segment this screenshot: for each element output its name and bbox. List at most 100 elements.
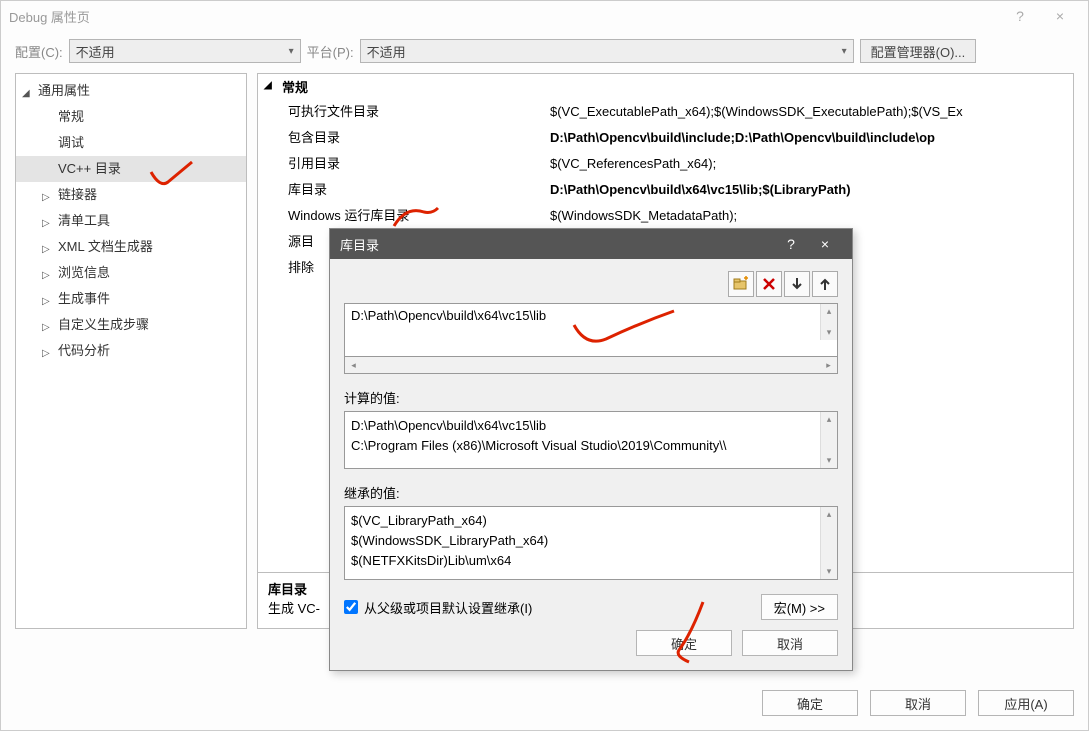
apply-button[interactable]: 应用(A) <box>978 690 1074 716</box>
dialog-title: 库目录 <box>340 235 774 254</box>
tree-item-label: 代码分析 <box>58 343 110 358</box>
scroll-down-icon[interactable]: ▾ <box>825 325 834 340</box>
tree-item-label: XML 文档生成器 <box>58 239 153 254</box>
config-toolbar: 配置(C): 不适用 ▾ 平台(P): 不适用 ▾ 配置管理器(O)... <box>1 31 1088 73</box>
property-row[interactable]: 可执行文件目录$(VC_ExecutablePath_x64);$(Window… <box>258 99 1073 125</box>
tree-item-label: 清单工具 <box>58 213 110 228</box>
expander-expand-icon[interactable]: ▷ <box>42 213 50 235</box>
scroll-up-icon[interactable]: ▴ <box>825 304 834 319</box>
toolbar-icons <box>344 271 838 297</box>
expander-expand-icon[interactable]: ▷ <box>42 343 50 365</box>
expander-expand-icon[interactable]: ▷ <box>42 187 50 209</box>
inherited-label: 继承的值: <box>344 483 838 502</box>
dialog-ok-button[interactable]: 确定 <box>636 630 732 656</box>
chevron-down-icon: ▾ <box>842 46 847 57</box>
platform-dropdown[interactable]: 不适用 ▾ <box>360 39 854 63</box>
property-name: Windows 运行库目录 <box>288 205 550 227</box>
inherited-line: $(VC_LibraryPath_x64) <box>351 511 831 531</box>
library-dirs-dialog: 库目录 ? × D:\Path\Opencv\build\x64\vc15\li… <box>329 228 853 671</box>
tree-item[interactable]: 调试 <box>16 130 246 156</box>
inherited-line: $(NETFXKitsDir)Lib\um\x64 <box>351 551 831 571</box>
vertical-scrollbar[interactable]: ▴ ▾ <box>820 507 837 579</box>
property-value: $(VC_ReferencesPath_x64); <box>550 153 1073 175</box>
tree-item-label: 生成事件 <box>58 291 110 306</box>
property-row[interactable]: 包含目录D:\Path\Opencv\build\include;D:\Path… <box>258 125 1073 151</box>
expander-expand-icon[interactable]: ▷ <box>42 317 50 339</box>
category-tree[interactable]: ◢ 通用属性 常规调试VC++ 目录 ▷ 链接器 ▷ 清单工具 ▷ XML 文档生成器 ▷ 浏览… <box>15 73 247 629</box>
tree-item[interactable]: ▷ 代码分析 <box>16 338 246 364</box>
platform-label: 平台(P): <box>307 42 354 61</box>
config-manager-button[interactable]: 配置管理器(O)... <box>860 39 977 63</box>
property-row[interactable]: Windows 运行库目录$(WindowsSDK_MetadataPath); <box>258 203 1073 229</box>
scroll-down-icon[interactable]: ▾ <box>825 453 834 468</box>
inherited-values-list: $(VC_LibraryPath_x64)$(WindowsSDK_Librar… <box>344 506 838 580</box>
tree-item[interactable]: ▷ 生成事件 <box>16 286 246 312</box>
move-down-icon[interactable] <box>784 271 810 297</box>
config-dropdown[interactable]: 不适用 ▾ <box>69 39 301 63</box>
move-up-icon[interactable] <box>812 271 838 297</box>
delete-icon[interactable] <box>756 271 782 297</box>
tree-item-label: 浏览信息 <box>58 265 110 280</box>
expander-collapse-icon[interactable]: ◢ <box>264 80 272 91</box>
property-value: $(WindowsSDK_MetadataPath); <box>550 205 1073 227</box>
horizontal-scrollbar[interactable]: ◂ ▸ <box>344 357 838 374</box>
new-folder-icon[interactable] <box>728 271 754 297</box>
scroll-down-icon[interactable]: ▾ <box>825 564 834 579</box>
window-titlebar: Debug 属性页 ? × <box>1 1 1088 31</box>
dialog-help-icon[interactable]: ? <box>774 236 808 252</box>
tree-item[interactable]: VC++ 目录 <box>16 156 246 182</box>
path-entry[interactable]: D:\Path\Opencv\build\x64\vc15\lib <box>345 304 837 327</box>
tree-item[interactable]: ▷ 自定义生成步骤 <box>16 312 246 338</box>
scroll-right-icon[interactable]: ▸ <box>820 360 837 371</box>
property-name: 引用目录 <box>288 153 550 175</box>
computed-values-list: D:\Path\Opencv\build\x64\vc15\libC:\Prog… <box>344 411 838 469</box>
inherit-label: 从父级或项目默认设置继承(I) <box>364 598 532 617</box>
tree-item[interactable]: ▷ 浏览信息 <box>16 260 246 286</box>
group-header[interactable]: ◢ 常规 <box>258 74 1073 99</box>
inherit-checkbox[interactable] <box>344 600 358 614</box>
window-title: Debug 属性页 <box>9 7 1000 26</box>
tree-item[interactable]: ▷ 链接器 <box>16 182 246 208</box>
property-row[interactable]: 引用目录$(VC_ReferencesPath_x64); <box>258 151 1073 177</box>
tree-item-label: 常规 <box>58 109 84 124</box>
scroll-left-icon[interactable]: ◂ <box>345 360 362 371</box>
macro-button[interactable]: 宏(M) >> <box>761 594 838 620</box>
property-value: D:\Path\Opencv\build\x64\vc15\lib;$(Libr… <box>550 179 1073 201</box>
computed-line: D:\Path\Opencv\build\x64\vc15\lib <box>351 416 831 436</box>
tree-item-label: 自定义生成步骤 <box>58 317 149 332</box>
property-name: 库目录 <box>288 179 550 201</box>
property-name: 可执行文件目录 <box>288 101 550 123</box>
tree-root[interactable]: ◢ 通用属性 <box>16 78 246 104</box>
property-name: 包含目录 <box>288 127 550 149</box>
dialog-cancel-button[interactable]: 取消 <box>742 630 838 656</box>
group-label: 常规 <box>282 80 308 95</box>
scroll-up-icon[interactable]: ▴ <box>825 412 834 427</box>
tree-item[interactable]: ▷ XML 文档生成器 <box>16 234 246 260</box>
chevron-down-icon: ▾ <box>289 46 294 57</box>
dialog-close-icon[interactable]: × <box>808 236 842 252</box>
platform-value: 不适用 <box>367 42 406 61</box>
config-value: 不适用 <box>76 42 115 61</box>
vertical-scrollbar[interactable]: ▴ ▾ <box>820 304 837 340</box>
tree-item[interactable]: ▷ 清单工具 <box>16 208 246 234</box>
expander-collapse-icon[interactable]: ◢ <box>22 83 30 105</box>
help-icon[interactable]: ? <box>1000 8 1040 24</box>
dialog-titlebar: 库目录 ? × <box>330 229 852 259</box>
vertical-scrollbar[interactable]: ▴ ▾ <box>820 412 837 468</box>
close-icon[interactable]: × <box>1040 8 1080 24</box>
computed-line: C:\Program Files (x86)\Microsoft Visual … <box>351 436 831 456</box>
expander-expand-icon[interactable]: ▷ <box>42 239 50 261</box>
expander-expand-icon[interactable]: ▷ <box>42 265 50 287</box>
tree-item-label: 链接器 <box>58 187 97 202</box>
tree-root-label: 通用属性 <box>38 83 90 98</box>
paths-edit-list[interactable]: D:\Path\Opencv\build\x64\vc15\lib ▴ ▾ <box>344 303 838 357</box>
dialog-body: D:\Path\Opencv\build\x64\vc15\lib ▴ ▾ ◂ … <box>330 259 852 630</box>
cancel-button[interactable]: 取消 <box>870 690 966 716</box>
config-label: 配置(C): <box>15 42 63 61</box>
computed-label: 计算的值: <box>344 388 838 407</box>
tree-item[interactable]: 常规 <box>16 104 246 130</box>
ok-button[interactable]: 确定 <box>762 690 858 716</box>
expander-expand-icon[interactable]: ▷ <box>42 291 50 313</box>
property-row[interactable]: 库目录D:\Path\Opencv\build\x64\vc15\lib;$(L… <box>258 177 1073 203</box>
scroll-up-icon[interactable]: ▴ <box>825 507 834 522</box>
